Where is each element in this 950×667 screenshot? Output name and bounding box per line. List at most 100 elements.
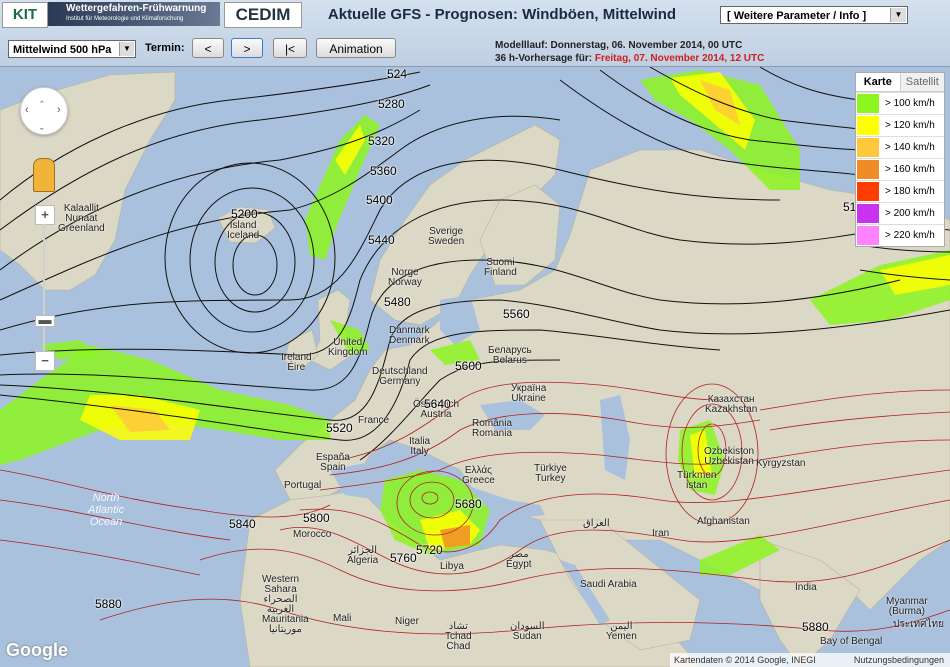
parameter-select-value: [ Weitere Parameter / Info ]	[727, 10, 867, 22]
legend-row: > 140 km/h	[856, 136, 944, 158]
label-romania: România Romania	[472, 418, 513, 439]
legend-row: > 200 km/h	[856, 202, 944, 224]
legend-swatch	[857, 116, 879, 135]
label-bay-of-bengal: Bay of Bengal	[820, 636, 883, 647]
label-mauritania: Mauritania موريتانيا	[262, 614, 309, 635]
label-germany: Deutschland Germany	[372, 366, 428, 387]
tab-karte[interactable]: Karte	[856, 73, 900, 91]
label-egypt: مصر Egypt	[506, 549, 532, 570]
level-select[interactable]: Mittelwind 500 hPa ▼	[8, 40, 136, 58]
google-logo[interactable]: Google	[6, 640, 68, 661]
page-title: Aktuelle GFS - Prognosen: Windböen, Mitt…	[327, 6, 677, 23]
legend-label: > 200 km/h	[885, 208, 935, 219]
label-turkey: Türkiye Turkey	[534, 463, 567, 484]
first-button[interactable]: |<	[273, 38, 307, 58]
label-sweden: Sverige Sweden	[428, 226, 465, 247]
legend-label: > 140 km/h	[885, 142, 935, 153]
forecast-prefix: 36 h-Vorhersage für:	[495, 53, 593, 64]
next-button[interactable]: >	[231, 38, 263, 58]
animation-button[interactable]: Animation	[316, 38, 396, 58]
forecast-line: 36 h-Vorhersage für: Freitag, 07. Novemb…	[495, 53, 764, 64]
contour-label: 5680	[455, 497, 482, 511]
contour-label: 5640	[424, 397, 451, 411]
zoom-slider-handle[interactable]: ▬	[35, 313, 55, 327]
legend-row: > 220 km/h	[856, 224, 944, 246]
legend-swatch	[857, 160, 879, 179]
label-yemen: اليمن Yemen	[606, 621, 637, 642]
prev-button[interactable]: <	[192, 38, 224, 58]
zoom-in-button[interactable]: +	[35, 205, 55, 225]
label-afghanistan: Afghanistan	[697, 516, 750, 527]
wind-legend: Karte Satellit > 100 km/h > 120 km/h > 1…	[855, 72, 945, 247]
contour-label: 5520	[326, 421, 353, 435]
contour-label: 5880	[95, 597, 122, 611]
label-niger: Niger	[395, 616, 419, 627]
label-ukraine: Україна Ukraine	[511, 383, 547, 404]
wettergefahren-subtitle: Institut für Meteorologie und Klimaforsc…	[66, 16, 184, 22]
contour-label: 5440	[368, 233, 395, 247]
legend-row: > 180 km/h	[856, 180, 944, 202]
label-thailand: ประเทศไทย	[893, 619, 944, 630]
chevron-down-icon[interactable]: ▼	[890, 8, 906, 22]
label-india: India	[795, 582, 817, 593]
contour-label: 5760	[390, 551, 417, 565]
chevron-down-icon[interactable]: ▼	[119, 42, 134, 56]
label-algeria: الجزائر Algeria	[347, 545, 379, 566]
label-spain: España Spain	[316, 452, 350, 473]
label-ireland: Ireland Éire	[281, 352, 312, 373]
legend-row: > 100 km/h	[856, 92, 944, 114]
street-view-pegman-icon[interactable]	[33, 158, 55, 192]
model-run-label: Modelllauf: Donnerstag, 06. November 201…	[495, 40, 743, 51]
pan-right-icon[interactable]: ›	[57, 104, 61, 116]
map-type-tabs: Karte Satellit	[856, 73, 944, 92]
label-turkmenistan: Türkmen istan	[677, 470, 717, 491]
label-belarus: Беларусь Belarus	[488, 345, 532, 366]
contour-label: 5280	[378, 97, 405, 111]
parameter-select[interactable]: [ Weitere Parameter / Info ] ▼	[720, 6, 908, 24]
contour-label: 524	[387, 67, 408, 81]
attribution-text: Kartendaten © 2014 Google, INEGI	[674, 655, 816, 665]
label-morocco: Morocco	[293, 529, 332, 540]
kit-logo[interactable]: KIT	[2, 2, 48, 28]
pan-down-icon[interactable]: ˬ	[40, 118, 44, 130]
legend-label: > 160 km/h	[885, 164, 935, 175]
map-canvas[interactable]: Kalaallit Nunaat Greenland Ísland Iceland S…	[0, 67, 950, 667]
contour-label: 5320	[368, 134, 395, 148]
zoom-slider-track[interactable]	[43, 224, 45, 358]
legend-label: > 180 km/h	[885, 186, 935, 197]
label-kazakhstan: Казахстан Kazakhstan	[705, 394, 758, 415]
contour-label: 5880	[802, 620, 829, 634]
termin-label: Termin:	[145, 42, 185, 54]
legend-row: > 160 km/h	[856, 158, 944, 180]
legend-label: > 220 km/h	[885, 230, 935, 241]
header-bar: KIT Wettergefahren-Frühwarnung Institut …	[0, 0, 950, 67]
contour-label: 5720	[416, 543, 443, 557]
contour-label: 5480	[384, 295, 411, 309]
label-sudan: السودان Sudan	[510, 621, 545, 642]
label-north-atlantic: North Atlantic Ocean	[88, 492, 125, 528]
pan-left-icon[interactable]: ‹	[25, 104, 29, 116]
cedim-logo[interactable]: CEDIM	[224, 2, 302, 28]
legend-row: > 120 km/h	[856, 114, 944, 136]
forecast-time: Freitag, 07. November 2014, 12 UTC	[594, 53, 765, 64]
map-attribution: Kartendaten © 2014 Google, INEGI Nutzung…	[670, 653, 950, 667]
label-norway: Norge Norway	[388, 267, 422, 288]
pan-up-icon[interactable]: ‸	[40, 90, 44, 103]
pan-control[interactable]: ‸ ‹ › ˬ	[20, 87, 68, 135]
contour-label: 5800	[303, 511, 330, 525]
wettergefahren-logo[interactable]: Wettergefahren-Frühwarnung Institut für …	[48, 2, 220, 26]
terms-link[interactable]: Nutzungsbedingungen	[854, 653, 944, 667]
label-western-sahara: Western Sahara الصحراء الغربية	[262, 574, 300, 615]
label-myanmar: Myanmar (Burma)	[886, 596, 928, 617]
label-mali: Mali	[333, 613, 352, 624]
legend-swatch	[857, 226, 879, 245]
zoom-out-button[interactable]: −	[35, 351, 55, 371]
label-uk: United Kingdom	[328, 337, 368, 358]
label-denmark: Danmark Denmark	[389, 325, 430, 346]
label-kyrgyzstan: Kyrgyzstan	[756, 458, 806, 469]
tab-satellit[interactable]: Satellit	[899, 73, 944, 91]
wettergefahren-title: Wettergefahren-Frühwarnung	[66, 3, 207, 14]
contour-label: 5360	[370, 164, 397, 178]
label-iceland: Ísland Iceland	[227, 220, 260, 241]
legend-swatch	[857, 94, 879, 113]
